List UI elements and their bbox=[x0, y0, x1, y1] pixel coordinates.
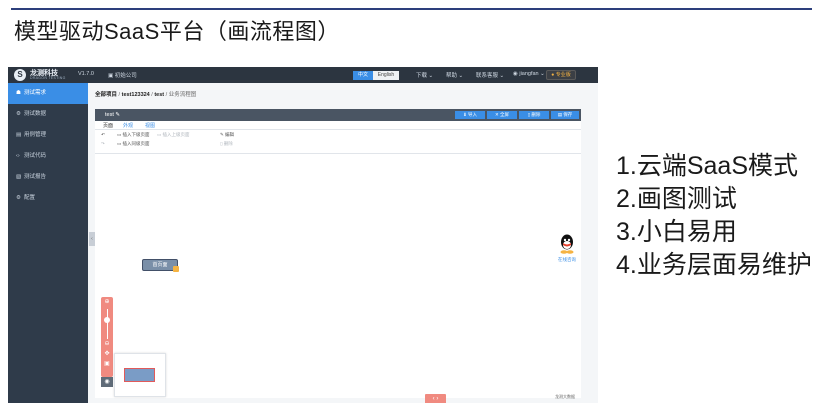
breadcrumb-module[interactable]: test bbox=[154, 92, 164, 98]
page-operations: ↶ ↷ ▭ 插入下级页面 ▭ 插入上级页面 ▭ 插入同级页面 ✎ 编辑 ▯ 删除 bbox=[95, 130, 581, 154]
sidebar: ☗ 测试需求 ⚙ 测试数据 ▤ 用例管理 ‹› 测试代码 ▧ 测试报告 ⚙ 配置 bbox=[8, 83, 88, 403]
slide-title: 模型驱动SaaS平台（画流程图） bbox=[14, 19, 340, 44]
feature-item: 2.画图测试 bbox=[616, 185, 737, 213]
app-screenshot: S 龙测科技 DRAGON TESTING V1.7.0 ▣ 初始公司 中文 E… bbox=[8, 67, 598, 403]
redo-icon[interactable]: ↷ bbox=[101, 141, 105, 147]
slide-top-rule bbox=[11, 8, 812, 10]
fit-icon[interactable]: ▣ bbox=[101, 361, 113, 368]
eye-icon[interactable]: ◉ bbox=[101, 377, 113, 387]
minimap-viewport[interactable] bbox=[124, 368, 155, 382]
diagram-title: test ✎ bbox=[105, 112, 121, 118]
minimap[interactable] bbox=[114, 353, 166, 397]
code-icon: ‹› bbox=[16, 153, 20, 159]
warning-icon bbox=[173, 266, 179, 272]
move-icon[interactable]: ✥ bbox=[101, 351, 113, 358]
menu-help[interactable]: 帮助 ⌄ bbox=[446, 71, 463, 79]
insert-parent-button[interactable]: ▭ 插入上级页面 bbox=[157, 132, 190, 138]
import-button[interactable]: ⬇ 导入 bbox=[455, 111, 485, 119]
sidebar-item-data[interactable]: ⚙ 测试数据 bbox=[8, 104, 88, 125]
brand-subtitle: DRAGON TESTING bbox=[30, 76, 66, 80]
app-topbar: S 龙测科技 DRAGON TESTING V1.7.0 ▣ 初始公司 中文 E… bbox=[8, 67, 598, 83]
insert-sibling-button[interactable]: ▭ 插入同级页面 bbox=[117, 141, 150, 147]
data-icon: ⚙ bbox=[16, 111, 21, 117]
requirement-icon: ☗ bbox=[16, 90, 21, 96]
feature-item: 3.小白易用 bbox=[616, 218, 737, 246]
case-icon: ▤ bbox=[16, 132, 22, 138]
insert-child-button[interactable]: ▭ 插入下级页面 bbox=[117, 132, 150, 138]
breadcrumb-project[interactable]: test123324 bbox=[122, 92, 150, 98]
delete-button[interactable]: ▯ 删除 bbox=[519, 111, 549, 119]
editor-toolbar: test ✎ ⬇ 导入 ✕ 全屏 ▯ 删除 ▤ 保存 bbox=[95, 109, 581, 121]
tab-view[interactable]: 视图 bbox=[145, 122, 155, 129]
user-icon: ◉ bbox=[513, 71, 518, 77]
menu-download[interactable]: 下载 ⌄ bbox=[416, 71, 433, 79]
qq-icon[interactable] bbox=[558, 233, 576, 255]
company-selector[interactable]: ▣ 初始公司 bbox=[108, 71, 137, 79]
delete-node-button[interactable]: ▯ 删除 bbox=[220, 141, 233, 147]
menu-support[interactable]: 联系客服 ⌄ bbox=[476, 71, 504, 79]
footer-watermark: 龙测大数据 bbox=[555, 394, 575, 399]
version-label: V1.7.0 bbox=[78, 71, 94, 77]
config-icon: ⚙ bbox=[16, 195, 21, 201]
user-menu[interactable]: ◉ jiangfan ⌄ bbox=[513, 71, 545, 77]
sidebar-item-report[interactable]: ▧ 测试报告 bbox=[8, 167, 88, 188]
feature-list: 1.云端SaaS模式 2.画图测试 3.小白易用 4.业务层面易维护 bbox=[616, 150, 812, 282]
home-page-node[interactable]: 首页面 bbox=[142, 259, 179, 272]
tab-appearance[interactable]: 外观 bbox=[123, 122, 133, 129]
sidebar-item-requirements[interactable]: ☗ 测试需求 bbox=[8, 83, 88, 104]
zoom-in-icon[interactable]: ⊕ bbox=[101, 299, 113, 306]
online-consult-link[interactable]: 在线咨询 bbox=[558, 257, 576, 263]
feature-item: 4.业务层面易维护 bbox=[616, 251, 812, 279]
company-name: 初始公司 bbox=[114, 73, 137, 79]
fullscreen-button[interactable]: ✕ 全屏 bbox=[487, 111, 517, 119]
zoom-slider[interactable]: ⊕ ⊖ ✥ ▣ bbox=[101, 297, 113, 377]
edit-title-icon[interactable]: ✎ bbox=[115, 112, 120, 118]
main-content: 全部项目 / test123324 / test / 业务流程图 test ✎ … bbox=[88, 83, 598, 403]
report-icon: ▧ bbox=[16, 174, 22, 180]
page-nav-buttons[interactable]: ‹ › bbox=[425, 394, 446, 403]
editor-tabs: 页面 外观 视图 bbox=[95, 121, 581, 130]
feature-item: 1.云端SaaS模式 bbox=[616, 152, 799, 180]
sidebar-item-cases[interactable]: ▤ 用例管理 bbox=[8, 125, 88, 146]
tab-page[interactable]: 页面 bbox=[103, 122, 113, 129]
undo-icon[interactable]: ↶ bbox=[101, 132, 105, 138]
diagram-canvas[interactable]: 首页面 bbox=[95, 154, 581, 398]
lang-chinese-button[interactable]: 中文 bbox=[353, 71, 373, 80]
pro-badge: ● 专业版 bbox=[546, 70, 576, 80]
sidebar-item-code[interactable]: ‹› 测试代码 bbox=[8, 146, 88, 167]
zoom-track bbox=[106, 309, 108, 339]
lang-english-button[interactable]: English bbox=[373, 71, 399, 80]
collapse-handle-icon[interactable]: ‹ bbox=[89, 232, 95, 246]
breadcrumb: 全部项目 / test123324 / test / 业务流程图 bbox=[95, 92, 197, 98]
breadcrumb-current: 业务流程图 bbox=[168, 92, 197, 98]
sidebar-item-config[interactable]: ⚙ 配置 bbox=[8, 188, 88, 209]
breadcrumb-root[interactable]: 全部项目 bbox=[95, 92, 117, 98]
save-button[interactable]: ▤ 保存 bbox=[551, 111, 579, 119]
zoom-out-icon[interactable]: ⊖ bbox=[101, 341, 113, 348]
logo-icon: S bbox=[14, 69, 26, 81]
zoom-handle[interactable] bbox=[104, 317, 110, 323]
edit-button[interactable]: ✎ 编辑 bbox=[220, 132, 234, 138]
